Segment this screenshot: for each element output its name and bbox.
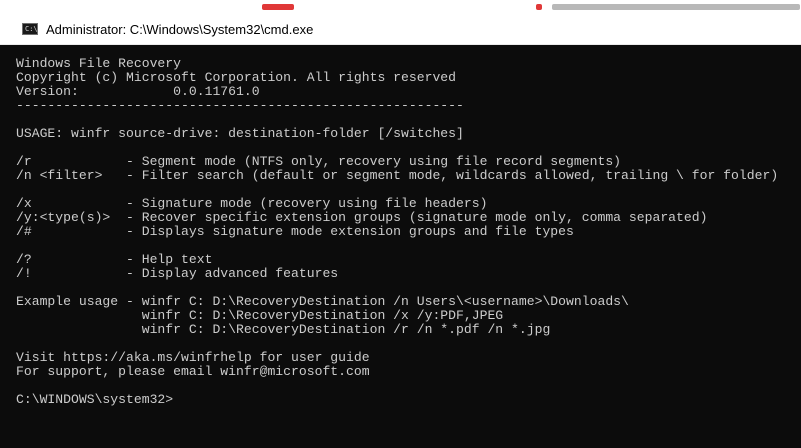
cmd-icon-glyph: C:\ bbox=[25, 25, 38, 33]
cmd-icon[interactable]: C:\ bbox=[22, 23, 38, 35]
console-line: ----------------------------------------… bbox=[16, 98, 464, 113]
console-line: Copyright (c) Microsoft Corporation. All… bbox=[16, 70, 457, 85]
background-window-fragment bbox=[262, 4, 294, 10]
console-line: /y:<type(s)> - Recover specific extensio… bbox=[16, 210, 708, 225]
console-line: Example usage - winfr C: D:\RecoveryDest… bbox=[16, 294, 629, 309]
console-line: Windows File Recovery bbox=[16, 56, 182, 71]
console-area[interactable]: Windows File Recovery Copyright (c) Micr… bbox=[0, 45, 801, 448]
console-line: Visit https://aka.ms/winfrhelp for user … bbox=[16, 350, 370, 365]
background-window-fragment bbox=[552, 4, 800, 10]
console-line: winfr C: D:\RecoveryDestination /x /y:PD… bbox=[16, 308, 504, 323]
background-window-fragment bbox=[536, 4, 542, 10]
console-line: /n <filter> - Filter search (default or … bbox=[16, 168, 779, 183]
screen: C:\ Administrator: C:\Windows\System32\c… bbox=[0, 0, 801, 448]
console-line: winfr C: D:\RecoveryDestination /r /n *.… bbox=[16, 322, 551, 337]
console-line: /! - Display advanced features bbox=[16, 266, 339, 281]
console-line: USAGE: winfr source-drive: destination-f… bbox=[16, 126, 464, 141]
console-output[interactable]: Windows File Recovery Copyright (c) Micr… bbox=[16, 57, 778, 407]
console-line: /r - Segment mode (NTFS only, recovery u… bbox=[16, 154, 622, 169]
window-titlebar[interactable]: C:\ Administrator: C:\Windows\System32\c… bbox=[0, 14, 801, 45]
window-title: Administrator: C:\Windows\System32\cmd.e… bbox=[46, 21, 314, 37]
console-line: For support, please email winfr@microsof… bbox=[16, 364, 370, 379]
console-line: C:\WINDOWS\system32> bbox=[16, 392, 174, 407]
console-line: /? - Help text bbox=[16, 252, 213, 267]
console-line: /x - Signature mode (recovery using file… bbox=[16, 196, 488, 211]
console-line: /# - Displays signature mode extension g… bbox=[16, 224, 574, 239]
console-line: Version: 0.0.11761.0 bbox=[16, 84, 260, 99]
desktop-background-strip bbox=[0, 0, 801, 14]
